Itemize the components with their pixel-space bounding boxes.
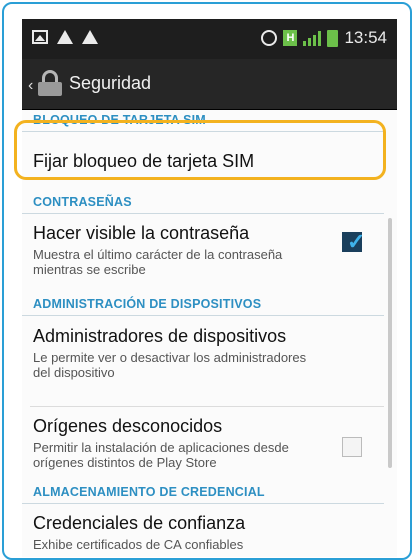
list-item-device-admins[interactable]: Administradores de dispositivos Le permi… [22,316,384,406]
nfc-icon [261,30,278,46]
image-icon [32,30,48,44]
list-item-unknown-sources[interactable]: Orígenes desconocidos Permitir la instal… [22,407,384,482]
section-header-credentials: ALMACENAMIENTO DE CREDENCIAL [22,482,384,504]
page-title: Seguridad [69,73,152,93]
back-chevron-icon[interactable]: ‹ [28,77,33,95]
status-bar: H 13:54 [22,19,397,59]
action-bar[interactable]: ‹ Seguridad [22,59,397,110]
lock-icon [37,70,63,96]
device-admins-subtitle: Le permite ver o desactivar los administ… [33,350,307,380]
show-password-title: Hacer visible la contraseña [33,223,250,243]
status-left-icons [32,30,98,44]
sim-lock-highlight [14,120,386,180]
clock: 13:54 [344,28,387,47]
section-header-passwords: CONTRASEÑAS [22,192,384,214]
warning-icon [57,30,73,44]
section-header-passwords-label: CONTRASEÑAS [33,195,132,209]
section-header-credentials-label: ALMACENAMIENTO DE CREDENCIAL [33,485,265,499]
trusted-credentials-title: Credenciales de confianza [33,513,246,533]
battery-icon [327,29,339,47]
device-admins-title: Administradores de dispositivos [33,326,287,346]
unknown-sources-subtitle: Permitir la instalación de aplicaciones … [33,440,289,470]
phone-screen: H 13:54 ‹ Seguridad BLOQUEO DE TARJETA S… [22,19,397,557]
trusted-credentials-subtitle: Exhibe certificados de CA confiables [33,537,244,552]
warning-icon [82,30,98,44]
check-icon: ✓ [347,229,366,254]
list-item-show-password[interactable]: Hacer visible la contraseña Muestra el ú… [22,214,384,294]
unknown-sources-title: Orígenes desconocidos [33,416,223,436]
unknown-sources-checkbox[interactable] [342,437,362,457]
show-password-subtitle: Muestra el último carácter de la contras… [33,247,283,277]
signal-icon [303,30,322,46]
scrollbar[interactable] [388,218,392,468]
h-network-icon: H [283,30,298,46]
show-password-checkbox[interactable]: ✓ [342,229,366,254]
list-item-trusted-credentials[interactable]: Credenciales de confianza Exhibe certifi… [22,504,384,557]
section-header-device-admin: ADMINISTRACIÓN DE DISPOSITIVOS [22,294,384,316]
section-header-device-admin-label: ADMINISTRACIÓN DE DISPOSITIVOS [33,297,262,311]
status-right-icons: H 13:54 [261,28,387,48]
